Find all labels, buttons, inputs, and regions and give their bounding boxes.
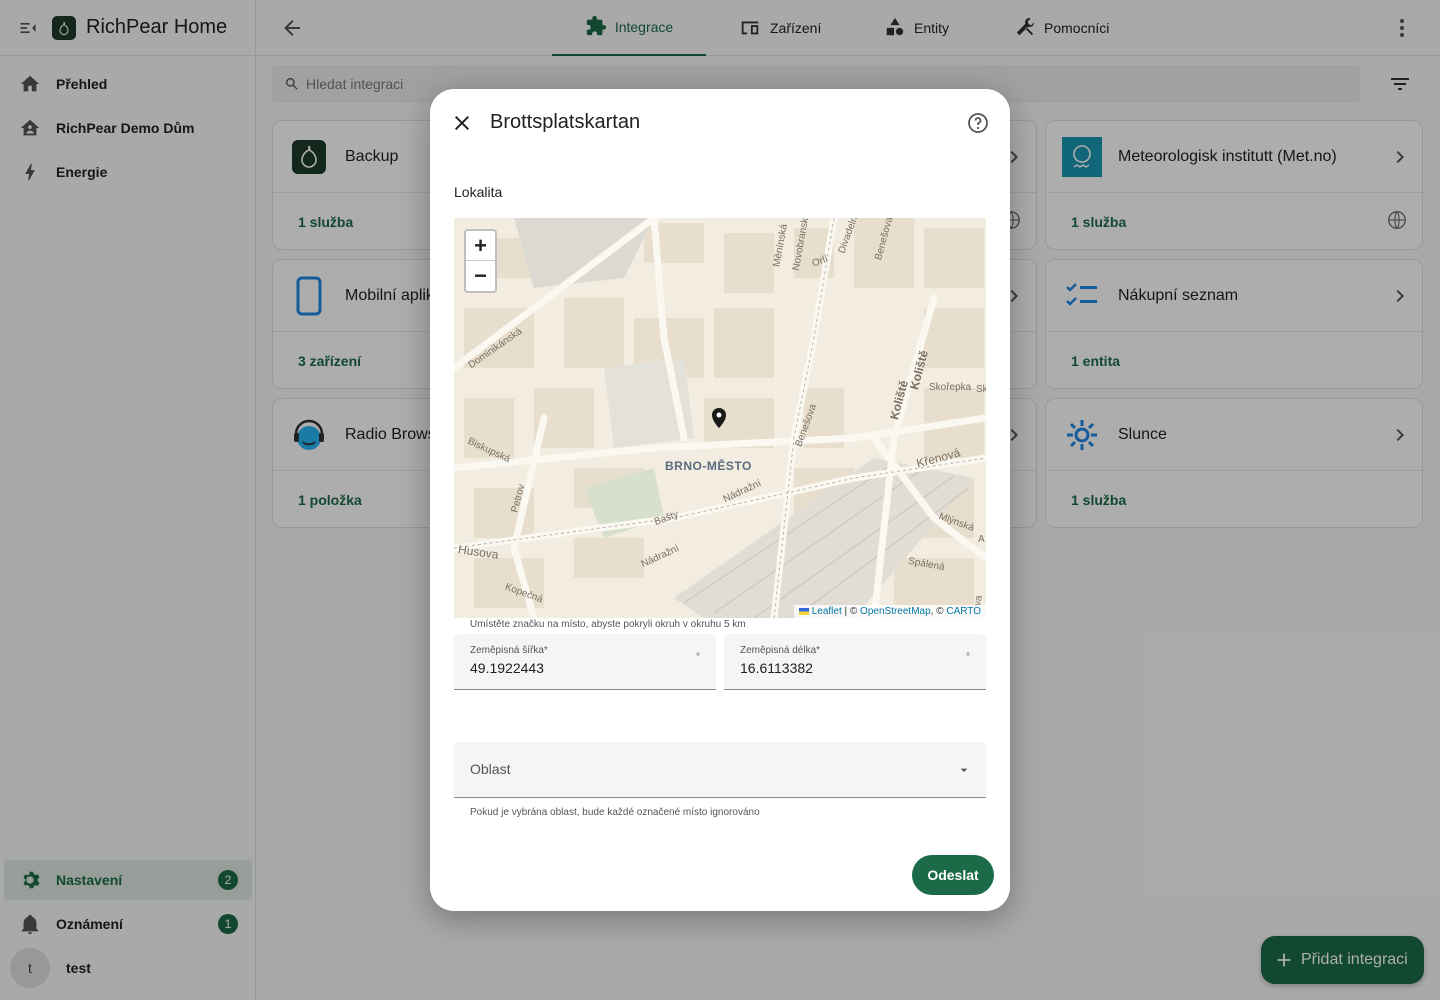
dropdown-arrow-icon <box>956 762 972 778</box>
map-street-label: Sk <box>976 384 986 395</box>
dialog-title: Brottsplatskartan <box>490 111 641 133</box>
location-label: Lokalita <box>454 184 503 200</box>
map-zoom-control: + − <box>464 229 497 293</box>
location-map[interactable]: + − Dominikánská Měnínská Novobranská Or… <box>454 218 986 618</box>
area-placeholder: Oblast <box>470 761 511 777</box>
map-tiles <box>454 218 986 618</box>
attribution-separator: | © <box>841 606 861 617</box>
osm-link[interactable]: OpenStreetMap <box>860 606 931 617</box>
carto-link[interactable]: CARTO <box>946 606 981 617</box>
close-icon[interactable] <box>450 111 474 135</box>
leaflet-link[interactable]: Leaflet <box>812 606 842 617</box>
area-select[interactable]: Oblast <box>454 742 986 798</box>
area-hint: Pokud je vybrána oblast, bude každé ozna… <box>470 807 760 818</box>
longitude-value: 16.6113382 <box>740 660 813 676</box>
ukraine-flag-icon <box>798 607 809 615</box>
latitude-field[interactable]: Zeměpisná šířka* 49.1922443 ° <box>454 634 716 690</box>
map-attribution: Leaflet | © OpenStreetMap, © CARTO <box>793 605 986 618</box>
longitude-label: Zeměpisná délka* <box>740 645 821 656</box>
help-icon[interactable] <box>966 111 990 135</box>
longitude-field[interactable]: Zeměpisná délka* 16.6113382 ° <box>724 634 986 690</box>
attribution-separator: , © <box>930 606 947 617</box>
zoom-in-button[interactable]: + <box>466 231 495 261</box>
latitude-label: Zeměpisná šířka* <box>470 645 548 656</box>
longitude-unit: ° <box>966 652 970 663</box>
map-hint: Umístěte značku na místo, abyste pokryli… <box>470 619 746 630</box>
config-dialog: Brottsplatskartan Lokalita + − Dominikán… <box>430 89 1010 911</box>
map-street-label: A <box>978 534 985 545</box>
zoom-out-button[interactable]: − <box>466 261 495 291</box>
map-street-label: Skořepka <box>929 382 972 393</box>
latitude-value: 49.1922443 <box>470 660 544 676</box>
submit-button[interactable]: Odeslat <box>912 855 994 895</box>
map-district-label: BRNO-MĚSTO <box>665 459 752 473</box>
latitude-unit: ° <box>696 652 700 663</box>
